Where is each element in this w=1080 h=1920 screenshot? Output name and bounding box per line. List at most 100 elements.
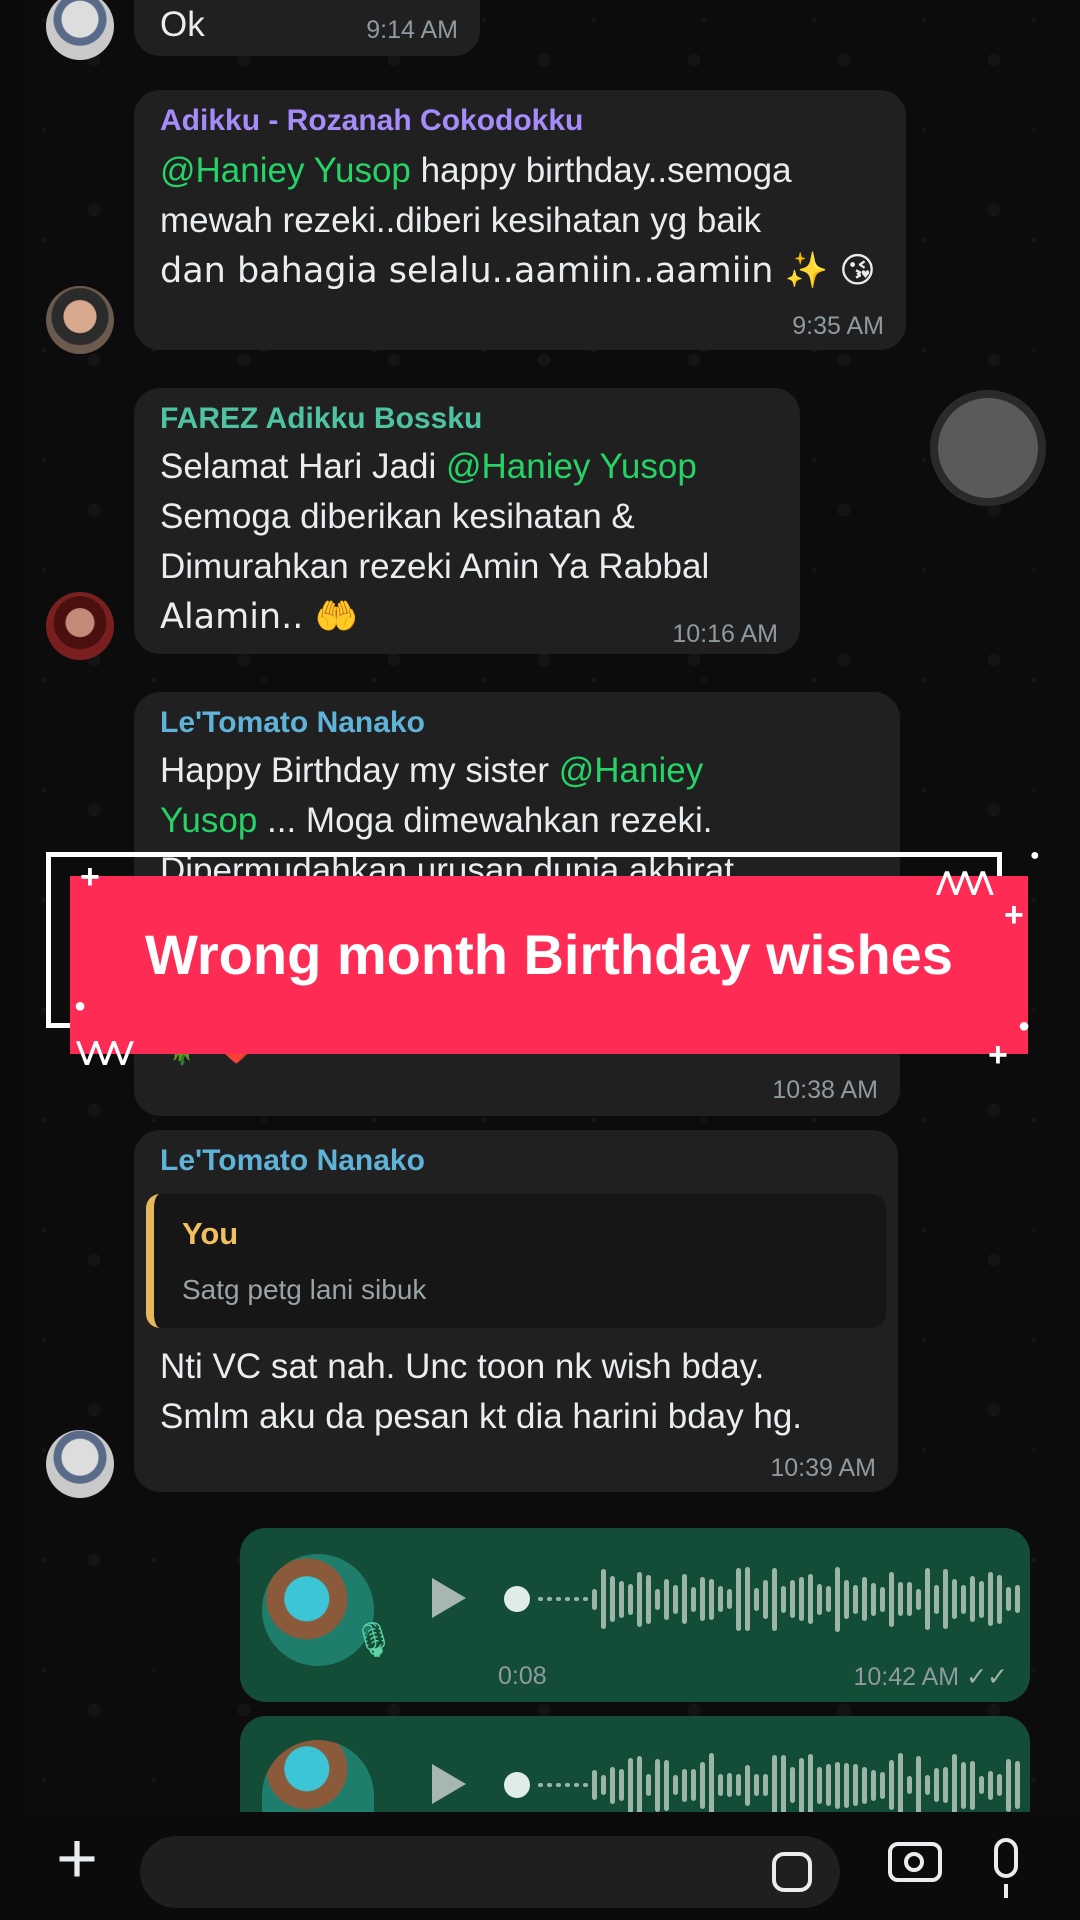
waveform[interactable] bbox=[538, 1750, 1020, 1820]
mention-link[interactable]: Yusop bbox=[160, 801, 257, 840]
message-time: 10:39 AM bbox=[770, 1454, 876, 1482]
waveform-bar bbox=[853, 1764, 858, 1806]
waveform-bar bbox=[988, 1770, 993, 1800]
message-input[interactable] bbox=[140, 1836, 840, 1908]
waveform-bar bbox=[817, 1583, 822, 1615]
waveform-bar bbox=[799, 1757, 804, 1813]
sender-name[interactable]: Le'Tomato Nanako bbox=[160, 706, 425, 740]
waveform-bar bbox=[727, 1589, 732, 1609]
waveform-bar bbox=[565, 1597, 570, 1601]
camera-icon[interactable] bbox=[888, 1842, 942, 1882]
message-line: Happy Birthday my sister @Haniey bbox=[160, 746, 703, 796]
message-line: Selamat Hari Jadi @Haniey Yusop bbox=[160, 442, 697, 492]
waveform-bar bbox=[673, 1775, 678, 1795]
voice-avatar bbox=[262, 1740, 374, 1812]
sender-name[interactable]: FAREZ Adikku Bossku bbox=[160, 402, 482, 436]
waveform[interactable] bbox=[538, 1564, 1020, 1634]
waveform-bar bbox=[709, 1753, 714, 1817]
waveform-bar bbox=[538, 1597, 543, 1601]
waveform-bar bbox=[997, 1774, 1002, 1796]
avatar[interactable] bbox=[46, 592, 114, 660]
microphone-icon[interactable] bbox=[994, 1838, 1018, 1878]
message-bubble[interactable]: Adikku - Rozanah Cokodokku @Haniey Yusop… bbox=[134, 90, 906, 350]
sender-name[interactable]: Le'Tomato Nanako bbox=[160, 1144, 425, 1178]
waveform-bar bbox=[916, 1588, 921, 1610]
waveform-bar bbox=[628, 1583, 633, 1615]
message-text: Selamat Hari Jadi bbox=[160, 447, 446, 486]
message-bubble[interactable]: Le'Tomato Nanako You Satg petg lani sibu… bbox=[134, 1130, 898, 1492]
waveform-bar bbox=[916, 1755, 921, 1815]
waveform-bar bbox=[934, 1768, 939, 1802]
waveform-bar bbox=[1015, 1761, 1020, 1809]
voice-message[interactable]: 🎙 0:08 10:42 AM ✓✓ bbox=[240, 1528, 1030, 1702]
zigzag-icon: ⋁⋁⋁ bbox=[76, 1036, 134, 1066]
waveform-bar bbox=[862, 1577, 867, 1621]
waveform-bar bbox=[673, 1584, 678, 1614]
waveform-bar bbox=[709, 1578, 714, 1620]
dot-icon: ● bbox=[1030, 847, 1040, 864]
waveform-bar bbox=[880, 1771, 885, 1799]
seek-handle[interactable] bbox=[504, 1772, 530, 1798]
waveform-bar bbox=[745, 1567, 750, 1631]
waveform-bar bbox=[763, 1774, 768, 1796]
mention-link[interactable]: @Haniey Yusop bbox=[160, 151, 411, 190]
play-button[interactable] bbox=[432, 1578, 466, 1618]
avatar[interactable] bbox=[46, 286, 114, 354]
waveform-bar bbox=[988, 1572, 993, 1626]
waveform-bar bbox=[745, 1764, 750, 1806]
waveform-bar bbox=[889, 1760, 894, 1810]
waveform-bar bbox=[844, 1579, 849, 1619]
waveform-bar bbox=[781, 1585, 786, 1613]
seek-handle[interactable] bbox=[504, 1586, 530, 1612]
waveform-bar bbox=[907, 1776, 912, 1794]
message-time: 10:16 AM bbox=[672, 620, 778, 648]
waveform-bar bbox=[880, 1586, 885, 1612]
zigzag-icon: ⋀⋀⋀ bbox=[936, 866, 994, 896]
mention-link[interactable]: @Haniey Yusop bbox=[446, 447, 697, 486]
waveform-bar bbox=[790, 1580, 795, 1618]
mention-link[interactable]: @Haniey bbox=[559, 751, 703, 790]
waveform-bar bbox=[592, 1770, 597, 1800]
waveform-bar bbox=[601, 1569, 606, 1629]
caption-banner: Wrong month Birthday wishes bbox=[70, 876, 1028, 1054]
waveform-bar bbox=[835, 1761, 840, 1809]
waveform-bar bbox=[925, 1568, 930, 1630]
message-text: Happy Birthday my sister bbox=[160, 751, 559, 790]
waveform-bar bbox=[952, 1754, 957, 1816]
message-line: dan bahagia selalu..aamiin..aamiin ✨ 😘 bbox=[160, 251, 876, 291]
waveform-bar bbox=[682, 1768, 687, 1802]
waveform-bar bbox=[835, 1566, 840, 1632]
dot-icon: ● bbox=[74, 995, 87, 1017]
sender-name[interactable]: Adikku - Rozanah Cokodokku bbox=[160, 104, 583, 138]
message-bubble[interactable]: FAREZ Adikku Bossku Selamat Hari Jadi @H… bbox=[134, 388, 800, 654]
message-text: Ok bbox=[160, 5, 205, 44]
avatar[interactable] bbox=[46, 1430, 114, 1498]
waveform-bar bbox=[970, 1760, 975, 1810]
waveform-bar bbox=[718, 1586, 723, 1612]
waveform-bar bbox=[700, 1761, 705, 1809]
waveform-bar bbox=[574, 1783, 579, 1787]
waveform-bar bbox=[961, 1761, 966, 1809]
sticker-icon[interactable] bbox=[772, 1852, 812, 1892]
sparkle-icon: + bbox=[80, 858, 100, 896]
waveform-bar bbox=[961, 1584, 966, 1614]
waveform-bar bbox=[844, 1762, 849, 1808]
sparkle-icon: + bbox=[988, 1036, 1008, 1074]
waveform-bar bbox=[619, 1769, 624, 1801]
quoted-message[interactable]: You Satg petg lani sibuk bbox=[146, 1194, 886, 1328]
waveform-bar bbox=[538, 1783, 543, 1787]
message-line: Yusop ... Moga dimewahkan rezeki. bbox=[160, 796, 713, 846]
play-button[interactable] bbox=[432, 1764, 466, 1804]
waveform-bar bbox=[853, 1584, 858, 1614]
waveform-bar bbox=[646, 1774, 651, 1796]
waveform-bar bbox=[646, 1574, 651, 1624]
waveform-bar bbox=[691, 1769, 696, 1801]
plus-icon[interactable]: + bbox=[56, 1818, 98, 1900]
waveform-bar bbox=[736, 1774, 741, 1796]
scroll-to-bottom-button[interactable] bbox=[938, 398, 1038, 498]
voice-message[interactable] bbox=[240, 1716, 1030, 1817]
voice-duration: 0:08 bbox=[498, 1662, 547, 1690]
waveform-bar bbox=[583, 1783, 588, 1787]
message-bubble[interactable]: Ok 9:14 AM bbox=[134, 0, 480, 56]
waveform-bar bbox=[754, 1587, 759, 1611]
